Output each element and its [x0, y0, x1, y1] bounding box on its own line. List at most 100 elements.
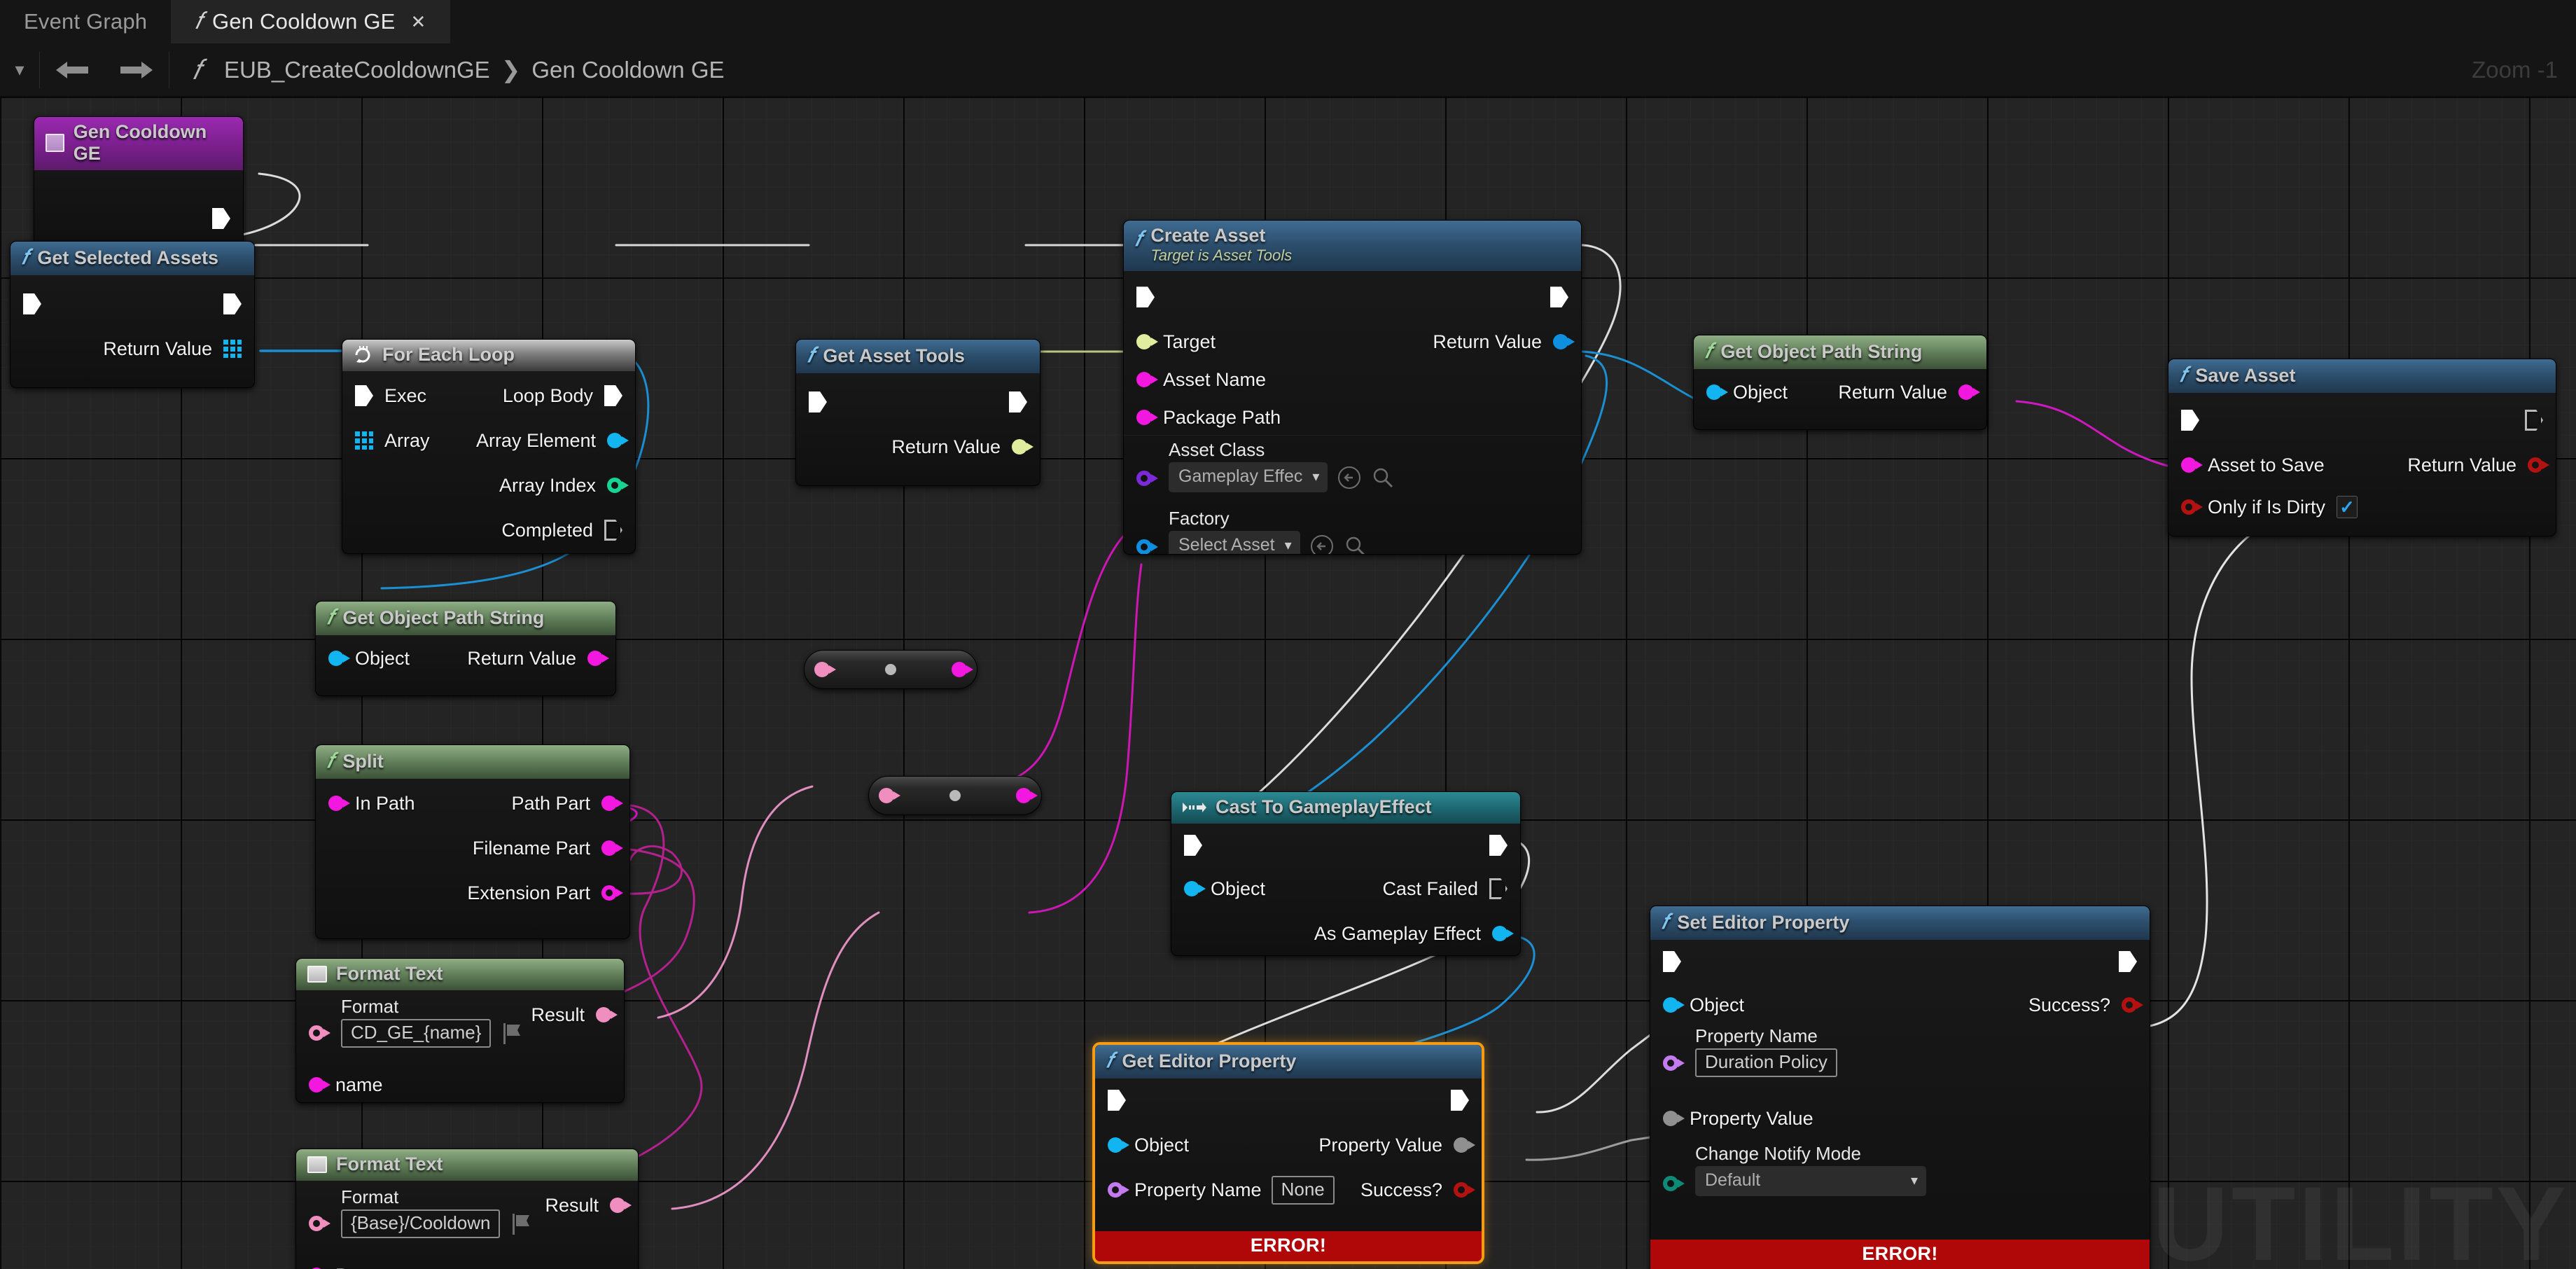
text-in-pin[interactable]: [879, 788, 900, 803]
pin-row-exec-out[interactable]: [2119, 943, 2150, 980]
breadcrumb-leaf[interactable]: Gen Cooldown GE: [531, 57, 724, 83]
node-set-editor-property[interactable]: 𝑓 Set Editor Property Object Success? Pr: [1650, 906, 2150, 1269]
pin-row-object[interactable]: Object: [1694, 373, 1788, 411]
string-out-pin[interactable]: [601, 885, 623, 901]
pin-row-return-value[interactable]: Return Value: [103, 330, 254, 368]
browse-back-icon[interactable]: [1337, 466, 1361, 490]
object-out-pin[interactable]: [1553, 334, 1575, 350]
exec-in-pin[interactable]: [1663, 951, 1681, 972]
pin-row-arg-base[interactable]: Base: [296, 1256, 379, 1269]
node-to-text-conversion-lower[interactable]: [868, 776, 1042, 815]
arrow-right-icon[interactable]: [104, 60, 169, 81]
pin-row-in-path[interactable]: In Path: [316, 784, 415, 822]
pin-row-asset-to-save[interactable]: Asset to Save: [2168, 446, 2325, 484]
exec-out-pin[interactable]: [604, 385, 622, 406]
pin-row-factory[interactable]: Factory Select Asset ▾: [1124, 508, 1367, 555]
property-name-input[interactable]: Duration Policy: [1695, 1048, 1837, 1077]
pin-row-filename-part[interactable]: Filename Part: [473, 829, 629, 867]
magnifier-icon[interactable]: [1371, 466, 1395, 490]
bool-out-pin[interactable]: [2528, 457, 2549, 473]
breadcrumb-root[interactable]: EUB_CreateCooldownGE: [224, 57, 490, 83]
object-in-pin[interactable]: [1706, 384, 1728, 400]
asset-class-dropdown[interactable]: Gameplay Effec ▾: [1169, 462, 1328, 493]
exec-out-pin[interactable]: [2525, 410, 2543, 431]
node-split[interactable]: 𝑓 Split In Path Path Part Filename Part …: [315, 744, 630, 939]
pin-row-success[interactable]: Success?: [1360, 1171, 1482, 1209]
pin-row-property-value[interactable]: Property Value: [1650, 1100, 1813, 1137]
string-out-pin[interactable]: [587, 651, 609, 666]
pin-row-exec-out[interactable]: [1550, 278, 1581, 316]
string-in-pin[interactable]: [309, 1077, 330, 1093]
pin-row-property-name[interactable]: Property Name None: [1095, 1171, 1335, 1209]
pin-row-arg-name[interactable]: name: [296, 1066, 383, 1102]
node-format-text-base[interactable]: Format Text Format {Base}/Cooldown Resul…: [295, 1149, 639, 1269]
exec-out-pin[interactable]: [2119, 951, 2137, 972]
pin-row-only-if-dirty[interactable]: Only if Is Dirty ✓: [2168, 488, 2358, 526]
text-in-pin[interactable]: [309, 1025, 330, 1041]
node-for-each-loop[interactable]: For Each Loop Exec Loop Body Array Array…: [342, 339, 636, 554]
browse-back-icon[interactable]: [1310, 534, 1334, 555]
node-to-text-conversion-upper[interactable]: [804, 650, 977, 689]
format-input[interactable]: CD_GE_{name}: [341, 1019, 492, 1048]
pin-row-object[interactable]: Object: [316, 639, 410, 677]
pin-row-asset-name[interactable]: Asset Name: [1124, 361, 1266, 398]
pin-row-exec-in[interactable]: [11, 285, 41, 323]
pin-row-property-value[interactable]: Property Value: [1318, 1126, 1482, 1164]
exec-out-pin[interactable]: [1550, 286, 1568, 308]
pin-row-array-element[interactable]: Array Element: [476, 422, 635, 459]
enum-in-pin[interactable]: [1663, 1176, 1685, 1191]
bool-out-pin[interactable]: [2122, 997, 2143, 1013]
string-out-pin[interactable]: [1016, 788, 1038, 803]
pin-row-object[interactable]: Object: [1095, 1126, 1189, 1164]
property-name-input[interactable]: None: [1271, 1175, 1335, 1205]
pin-row-exec-in[interactable]: [1124, 278, 1155, 316]
string-out-pin[interactable]: [601, 840, 623, 856]
exec-in-pin[interactable]: [1108, 1090, 1126, 1111]
pin-row-return-value[interactable]: Return Value: [1433, 323, 1581, 361]
node-cast-to-gameplay-effect[interactable]: Cast To GameplayEffect Object Cast Faile…: [1171, 791, 1521, 956]
string-in-pin[interactable]: [1136, 372, 1158, 388]
pin-row-path-part[interactable]: Path Part: [511, 784, 629, 822]
text-out-pin[interactable]: [596, 1007, 618, 1022]
exec-out-pin[interactable]: [1451, 1090, 1469, 1111]
pin-row-return-value[interactable]: Return Value: [1838, 373, 1986, 411]
exec-out-pin[interactable]: [1489, 878, 1508, 899]
exec-out-pin[interactable]: [223, 293, 242, 314]
chevron-down-icon[interactable]: ▾: [0, 59, 39, 81]
pin-row-array-index[interactable]: Array Index: [499, 466, 635, 504]
pin-row-exec-in[interactable]: [1650, 943, 1681, 980]
pin-row-exec-in[interactable]: [1171, 826, 1202, 864]
object-in-pin[interactable]: [1663, 997, 1685, 1013]
exec-in-pin[interactable]: [1184, 835, 1202, 856]
exec-in-pin[interactable]: [1136, 286, 1155, 308]
pin-row-exec-out[interactable]: [1009, 383, 1040, 421]
change-notify-mode-dropdown[interactable]: Default ▾: [1695, 1166, 1926, 1196]
exec-in-pin[interactable]: [355, 385, 373, 406]
pin-row-exec-out[interactable]: [1489, 826, 1520, 864]
object-out-pin[interactable]: [1012, 439, 1033, 455]
bool-in-pin[interactable]: [2181, 499, 2203, 515]
object-in-pin[interactable]: [1108, 1137, 1129, 1153]
pin-row-cast-failed[interactable]: Cast Failed: [1382, 870, 1520, 908]
pin-row-exec-in[interactable]: [2168, 401, 2199, 439]
text-in-pin[interactable]: [309, 1216, 330, 1231]
array-in-pin[interactable]: [355, 431, 373, 450]
node-get-editor-property[interactable]: 𝑓 Get Editor Property Object Property Va…: [1092, 1042, 1484, 1264]
text-out-pin[interactable]: [610, 1198, 632, 1213]
object-in-pin[interactable]: [328, 651, 350, 666]
blueprint-graph-canvas[interactable]: EDITOR UTILITY: [0, 97, 2576, 1269]
exec-out-pin[interactable]: [1009, 391, 1027, 412]
pin-row-format[interactable]: Format CD_GE_{name}: [296, 996, 523, 1048]
pin-row-result[interactable]: Result: [545, 1186, 638, 1224]
only-if-dirty-checkbox[interactable]: ✓: [2337, 496, 2358, 518]
text-in-pin[interactable]: [814, 662, 836, 677]
pin-row-target[interactable]: Target: [1124, 323, 1216, 361]
pin-row-exec-out[interactable]: [1451, 1081, 1482, 1119]
node-create-asset[interactable]: 𝑓 Create Asset Target is Asset Tools Tar…: [1123, 220, 1582, 555]
pin-row-return-value[interactable]: Return Value: [467, 639, 615, 677]
node-get-object-path-string-right[interactable]: 𝑓 Get Object Path String Object Return V…: [1693, 335, 1987, 430]
tab-event-graph[interactable]: Event Graph: [0, 0, 171, 43]
node-get-object-path-string-left[interactable]: 𝑓 Get Object Path String Object Return V…: [315, 601, 616, 696]
wildcard-in-pin[interactable]: [1663, 1111, 1685, 1126]
pin-row-exec-out[interactable]: [223, 285, 254, 323]
